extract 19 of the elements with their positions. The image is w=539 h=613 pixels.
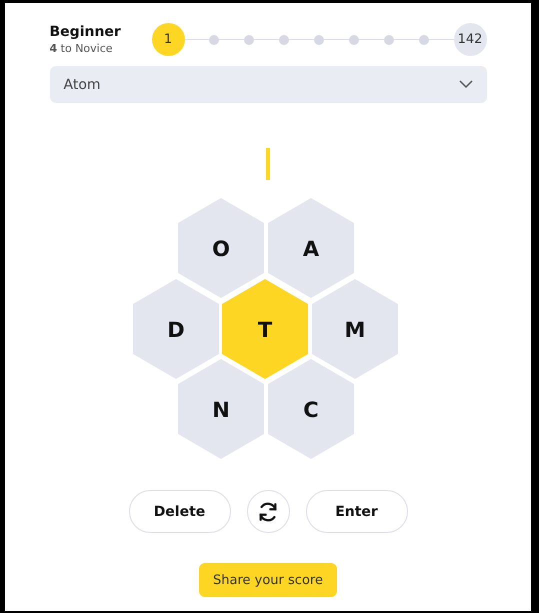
share-score-button[interactable]: Share your score bbox=[199, 563, 337, 597]
rank-milestone: 1 bbox=[152, 23, 184, 56]
shuffle-button[interactable] bbox=[246, 490, 290, 533]
rank-title: Beginner bbox=[50, 24, 122, 40]
letter-cell[interactable]: A bbox=[268, 198, 354, 298]
letter-cell[interactable]: C bbox=[268, 359, 354, 459]
rank-progress-text: 4 to Novice bbox=[50, 42, 114, 55]
letter-cell[interactable]: O bbox=[178, 198, 264, 298]
letter-cell[interactable]: M bbox=[312, 279, 398, 379]
letter-cell[interactable]: D bbox=[133, 279, 219, 379]
action-button[interactable]: Delete bbox=[128, 490, 230, 533]
word-list-dropdown[interactable]: Atom bbox=[50, 66, 486, 103]
action-button[interactable]: Enter bbox=[306, 490, 408, 533]
text-cursor bbox=[266, 148, 270, 180]
shuffle-icon bbox=[257, 500, 279, 522]
letter-cell[interactable]: T bbox=[222, 279, 308, 379]
rank-milestone: 142 bbox=[454, 23, 486, 56]
chevron-down-icon bbox=[458, 80, 472, 89]
letter-cell[interactable]: N bbox=[178, 359, 264, 459]
